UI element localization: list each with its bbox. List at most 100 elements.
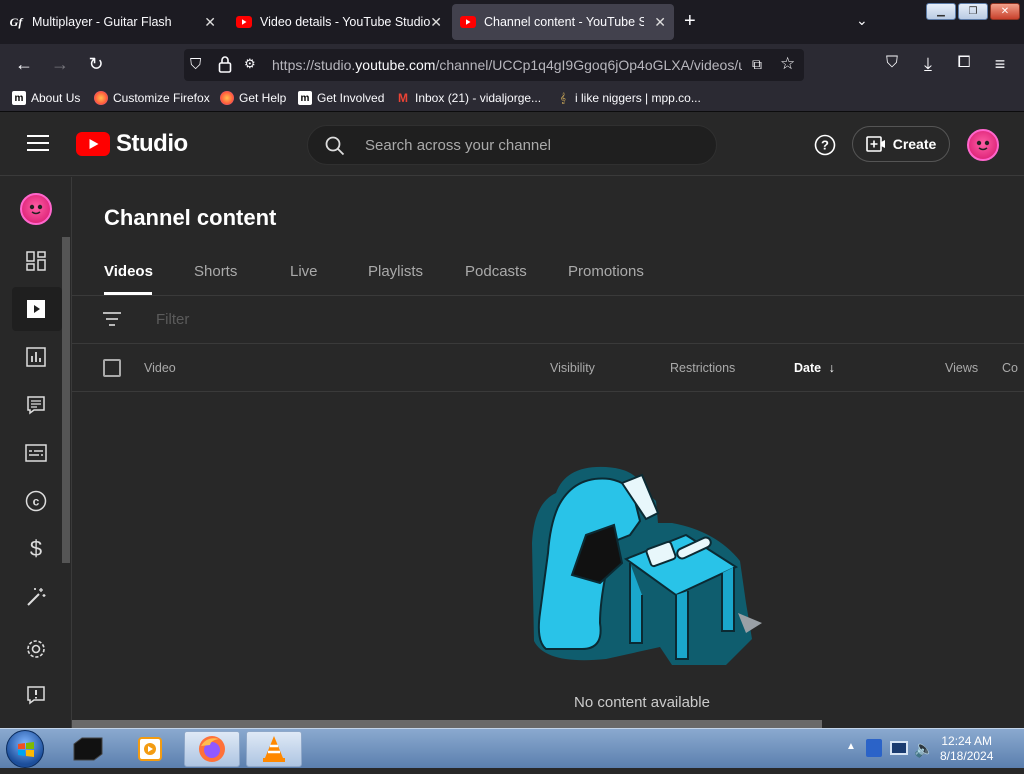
lock-icon[interactable] [218,55,232,78]
firefox-icon [220,91,234,105]
column-header-views[interactable]: Views [945,361,978,375]
back-arrow-icon[interactable]: ← [12,54,36,75]
extensions-icon[interactable]: ⧠ [952,54,976,72]
divider [72,391,1024,392]
gmail-icon: M [398,91,408,105]
empty-state-message: No content available [574,694,710,711]
studio-header: Studio Search across your channel ? Crea… [0,112,1024,176]
divider [72,343,1024,344]
search-icon [325,136,345,156]
sidebar-scrollbar[interactable] [62,237,70,563]
tab-promotions[interactable]: Promotions [568,263,644,280]
column-header-video[interactable]: Video [144,361,176,375]
guitar-flash-icon: Gf [9,14,23,29]
earn-dollar-icon[interactable]: $ [24,536,48,561]
windows-logo-icon [18,742,34,757]
browser-tab-video-details[interactable]: Video details - YouTube Studio ✕ [228,4,450,40]
picture-in-picture-icon[interactable]: ⧉ [752,56,762,73]
forward-arrow-icon[interactable]: → [48,54,72,75]
svg-text:c: c [33,495,40,509]
browser-tab-channel-content[interactable]: Channel content - YouTube Studio ✕ [452,4,674,40]
tab-live[interactable]: Live [290,263,318,280]
tray-app-icon[interactable] [866,739,882,757]
tab-shorts[interactable]: Shorts [194,263,237,280]
shield-icon[interactable]: ⛉ [190,56,201,73]
minimize-button[interactable]: ▁ [926,3,956,20]
page-title: Channel content [104,205,277,230]
column-header-restrictions[interactable]: Restrictions [670,361,735,375]
menu-icon[interactable]: ≡ [988,54,1012,75]
list-all-tabs-button[interactable]: ⌄ [856,12,868,29]
svg-text:?: ? [821,138,829,153]
mozilla-icon: m [12,91,26,105]
bookmark-get-help[interactable]: Get Help [220,91,286,105]
bookmark-customize-firefox[interactable]: Customize Firefox [94,91,210,105]
copyright-icon[interactable]: c [24,489,48,513]
tab-playlists[interactable]: Playlists [368,263,423,280]
youtube-logo-icon [76,132,110,156]
close-tab-icon[interactable]: ✕ [430,14,442,31]
analytics-icon[interactable] [24,345,48,369]
bookmark-inbox[interactable]: M Inbox (21) - vidaljorge... [396,91,541,105]
close-window-button[interactable]: ✕ [990,3,1020,20]
url-text[interactable]: https://studio.youtube.com/channel/UCCp1… [272,57,742,73]
content-icon[interactable] [24,297,48,321]
select-all-checkbox[interactable] [103,359,121,377]
create-button[interactable]: Create [852,126,950,162]
volume-speaker-icon[interactable]: 🔈 [914,739,934,759]
account-avatar[interactable] [967,129,999,161]
address-bar[interactable]: ⛉ ⚙ https://studio.youtube.com/channel/U… [184,49,804,81]
horizontal-scrollbar[interactable] [72,720,822,728]
taskbar-media-player[interactable] [122,731,178,767]
bookmark-about-us[interactable]: m About Us [12,91,80,105]
filter-icon[interactable] [102,311,122,332]
pocket-icon[interactable]: ⛉ [880,54,904,72]
media-player-icon [138,737,162,761]
mozilla-icon: m [298,91,312,105]
restore-button[interactable]: ❐ [958,3,988,20]
bookmark-get-involved[interactable]: m Get Involved [298,91,384,105]
divider [72,295,1024,296]
empty-state-illustration [532,466,762,665]
close-tab-icon[interactable]: ✕ [204,14,216,31]
feedback-icon[interactable] [24,683,48,707]
studio-logo[interactable]: Studio [76,130,188,158]
bookmark-mpp[interactable]: 𝄞 i like niggers | mpp.co... [556,91,701,105]
show-hidden-icons-chevron-icon[interactable]: ▲ [846,741,856,752]
bookmarks-toolbar: m About Us Customize Firefox Get Help m Ge… [0,86,1024,112]
downloads-icon[interactable]: ⤓ [916,54,940,75]
comments-icon[interactable] [24,393,48,417]
tab-videos[interactable]: Videos [104,263,153,280]
tab-podcasts[interactable]: Podcasts [465,263,527,280]
network-monitor-icon[interactable] [890,741,908,755]
dashboard-icon[interactable] [24,249,48,273]
permissions-icon[interactable]: ⚙ [244,56,256,72]
subtitles-icon[interactable] [24,441,48,465]
close-tab-icon[interactable]: ✕ [654,14,666,31]
column-header-visibility[interactable]: Visibility [550,361,595,375]
firefox-icon [94,91,108,105]
taskbar-vlc[interactable] [246,731,302,767]
column-header-comments[interactable]: Co [1002,361,1018,375]
bookmark-star-icon[interactable]: ☆ [780,54,795,74]
browser-tab-guitar-flash[interactable]: Gf Multiplayer - Guitar Flash ✕ [0,4,224,40]
help-icon[interactable]: ? [814,134,836,161]
reload-icon[interactable]: ↻ [84,54,108,75]
music-note-icon: 𝄞 [560,92,566,104]
vlc-cone-icon [263,736,285,762]
start-button[interactable] [6,730,44,768]
system-clock[interactable]: 12:24 AM 8/18/2024 [940,734,993,764]
filter-input[interactable]: Filter [156,311,189,328]
column-header-date[interactable]: Date ↓ [794,361,835,375]
search-input[interactable]: Search across your channel [307,125,717,165]
firefox-icon [199,736,225,762]
taskbar-firefox[interactable] [184,731,240,767]
hamburger-menu-icon[interactable] [27,135,49,156]
taskbar-terminal[interactable] [60,731,116,767]
browser-tab-bar: Gf Multiplayer - Guitar Flash ✕ Video de… [0,0,1024,44]
new-tab-button[interactable]: + [684,10,696,33]
studio-sidebar: c $ [0,177,72,728]
channel-avatar[interactable] [20,193,52,225]
customization-wand-icon[interactable] [24,585,48,609]
settings-gear-icon[interactable] [24,637,48,661]
